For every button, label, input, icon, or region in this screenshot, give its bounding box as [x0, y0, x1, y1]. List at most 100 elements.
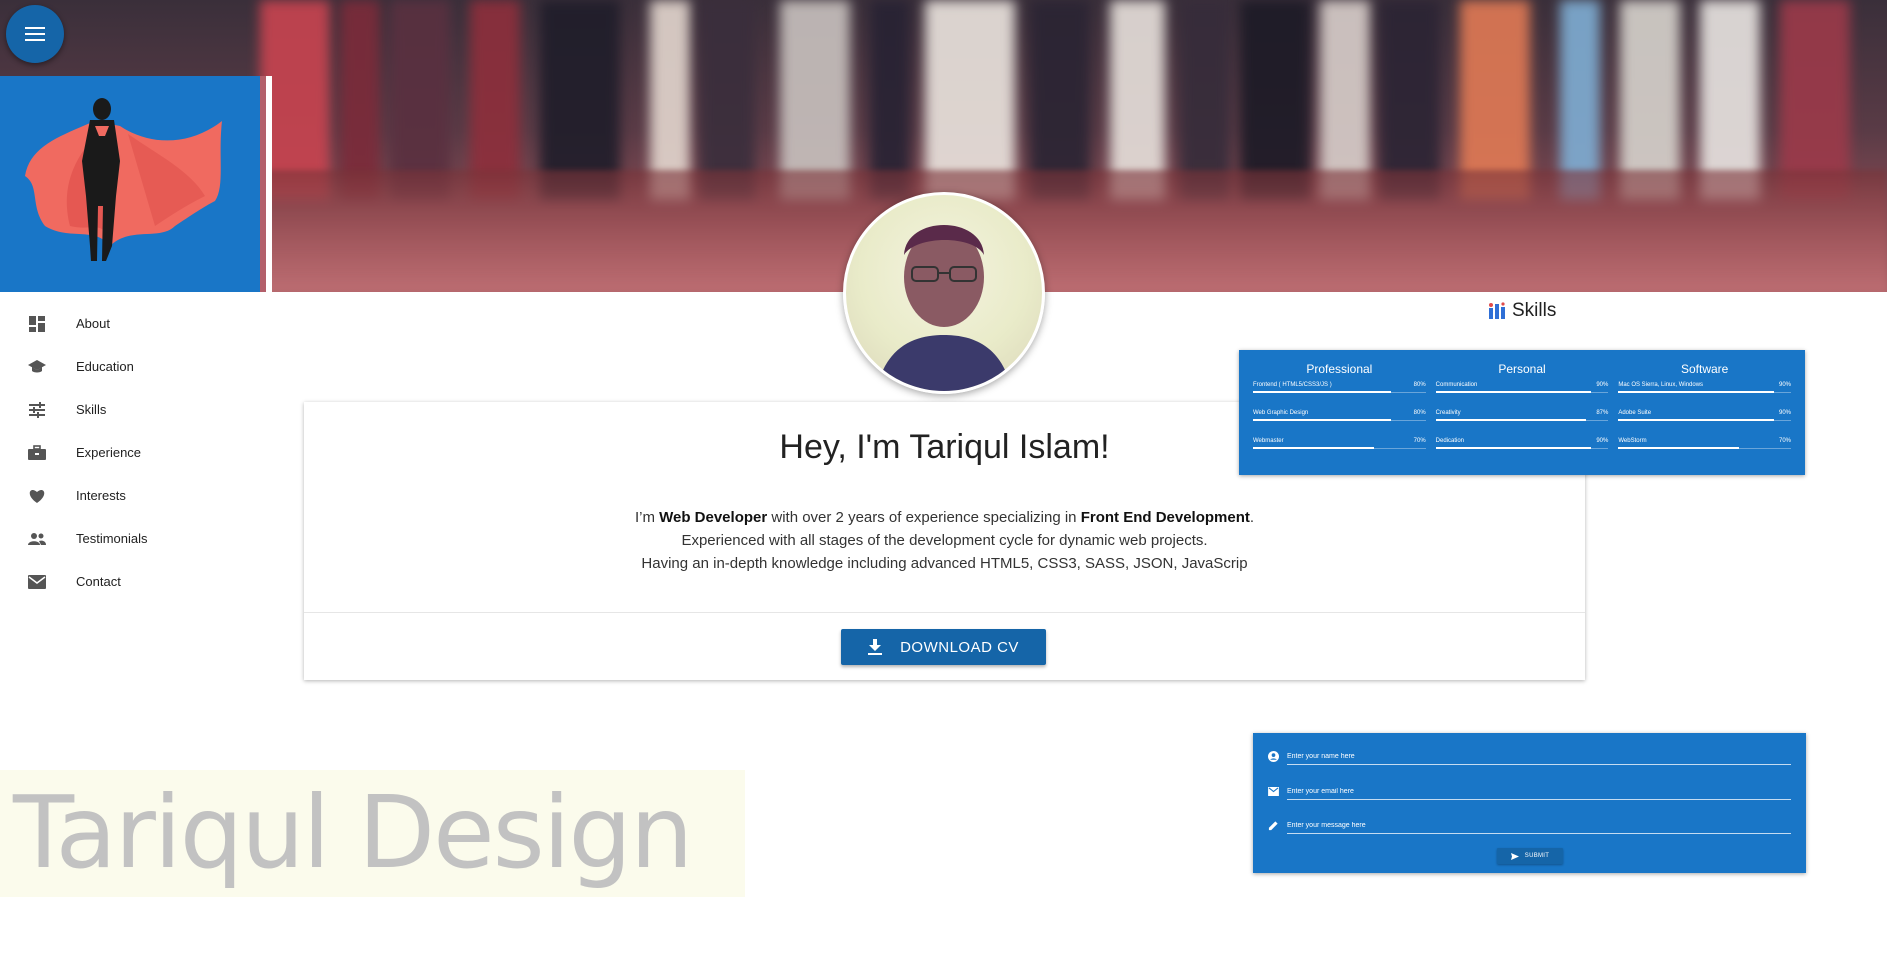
skill-row: Webmaster 70% — [1253, 438, 1426, 466]
heart-icon — [28, 487, 46, 505]
skill-name: Web Graphic Design — [1253, 410, 1309, 416]
sidebar-item-experience[interactable]: Experience — [0, 431, 272, 474]
menu-button[interactable] — [6, 5, 64, 63]
graduation-cap-icon — [28, 358, 46, 376]
dashboard-icon — [28, 315, 46, 333]
menu-icon — [25, 27, 45, 41]
sidebar-item-testimonials[interactable]: Testimonials — [0, 517, 272, 560]
intro-line-1-mid: with over 2 years of experience speciali… — [767, 509, 1081, 526]
skill-bar-fill — [1618, 391, 1774, 393]
skill-name: Frontend ( HTML5/CSS3/JS ) — [1253, 382, 1332, 388]
people-icon — [28, 530, 46, 548]
skill-bar-fill — [1618, 447, 1740, 449]
skill-row: Frontend ( HTML5/CSS3/JS ) 80% — [1253, 382, 1426, 410]
skills-column-professional: Professional Frontend ( HTML5/CSS3/JS ) 8… — [1253, 362, 1426, 475]
skill-percent: 80% — [1413, 382, 1426, 388]
skill-percent: 87% — [1596, 410, 1609, 416]
skill-name: Creativity — [1435, 410, 1461, 416]
message-input[interactable] — [1287, 816, 1791, 835]
skill-name: Communication — [1435, 382, 1478, 388]
email-icon — [1267, 785, 1279, 797]
skill-bar-fill — [1435, 447, 1592, 449]
contact-form: SUBMIT — [1253, 733, 1806, 873]
send-icon — [1510, 852, 1519, 860]
skill-row: Mac OS Sierra, Linux, Windows 90% — [1618, 382, 1792, 410]
skill-bar-fill — [1253, 391, 1392, 393]
account-circle-icon — [1267, 750, 1279, 762]
skill-bar — [1435, 391, 1609, 393]
sidebar-item-label: Experience — [76, 445, 142, 460]
sidebar-item-about[interactable]: About — [0, 302, 272, 345]
skill-row: Communication 90% — [1435, 382, 1609, 410]
skill-name: Dedication — [1435, 438, 1465, 444]
submit-button[interactable]: SUBMIT — [1497, 848, 1563, 864]
skill-name: Mac OS Sierra, Linux, Windows — [1618, 382, 1704, 388]
sidebar-item-label: Interests — [76, 488, 126, 503]
skill-percent: 70% — [1779, 438, 1792, 444]
sidebar-item-interests[interactable]: Interests — [0, 474, 272, 517]
sidebar-item-contact[interactable]: Contact — [0, 560, 272, 603]
skill-bar — [1435, 419, 1609, 421]
name-field[interactable] — [1287, 745, 1791, 766]
skills-column-title: Personal — [1498, 362, 1546, 376]
superhero-illustration — [25, 98, 222, 261]
skill-percent: 90% — [1779, 410, 1792, 416]
intro-role: Web Developer — [659, 509, 768, 526]
intro-line-1-prefix: I’m — [634, 509, 660, 526]
skill-row: Web Graphic Design 80% — [1253, 410, 1426, 438]
skills-heading-label: Skills — [1512, 300, 1557, 321]
email-input[interactable] — [1287, 782, 1791, 801]
skills-column-title: Software — [1681, 362, 1729, 376]
sidebar-item-label: About — [76, 316, 110, 331]
skill-percent: 80% — [1413, 410, 1426, 416]
sidebar-item-label: Skills — [76, 402, 107, 417]
tune-sliders-icon — [28, 401, 46, 419]
message-field[interactable] — [1287, 814, 1791, 835]
skill-row: Dedication 90% — [1435, 438, 1609, 466]
skill-percent: 90% — [1779, 382, 1792, 388]
intro-line-3: Having an in-depth knowledge including a… — [641, 555, 1248, 572]
name-input[interactable] — [1287, 747, 1791, 766]
sidebar-item-education[interactable]: Education — [0, 345, 272, 388]
skill-percent: 90% — [1596, 438, 1609, 444]
skill-bar-fill — [1618, 419, 1774, 421]
pencil-icon — [1267, 819, 1279, 831]
skill-name: WebStorm — [1618, 438, 1647, 444]
skill-percent: 70% — [1413, 438, 1426, 444]
skill-bar-fill — [1435, 391, 1592, 393]
card-divider — [304, 612, 1585, 613]
brand-logo-area: Tariqul Design — [0, 770, 745, 897]
skill-bar — [1618, 391, 1792, 393]
skill-row: WebStorm 70% — [1618, 438, 1792, 466]
briefcase-icon — [28, 444, 46, 462]
skill-row: Creativity 87% — [1435, 410, 1609, 438]
sidebar-item-label: Contact — [76, 574, 121, 589]
skills-column-personal: Personal Communication 90% Creativity 87% … — [1435, 362, 1609, 475]
skills-heading: Skills — [1488, 300, 1556, 322]
intro-line-2: Experienced with all stages of the devel… — [681, 532, 1208, 549]
skills-icon — [1488, 302, 1506, 320]
sidebar-hero-image — [0, 76, 266, 292]
skill-bar — [1618, 447, 1792, 449]
skill-bar-fill — [1253, 419, 1392, 421]
brand-logo-text: Tariqul Design — [13, 774, 693, 891]
download-cv-button[interactable]: DOWNLOAD CV — [841, 629, 1046, 665]
skill-bar-fill — [1435, 419, 1586, 421]
skill-bar — [1253, 447, 1426, 449]
skill-bar — [1435, 447, 1609, 449]
skill-name: Adobe Suite — [1618, 410, 1652, 416]
download-icon — [868, 639, 883, 655]
skill-bar-fill — [1253, 447, 1374, 449]
skill-bar — [1618, 419, 1792, 421]
skill-bar — [1253, 419, 1426, 421]
sidebar-item-skills[interactable]: Skills — [0, 388, 272, 431]
intro-line-1: I’m Web Developer with over 2 years of e… — [304, 506, 1585, 529]
intro-line-1-suffix: . — [1249, 509, 1255, 526]
email-field[interactable] — [1287, 780, 1791, 801]
intro-specialization: Front End Development — [1080, 509, 1250, 526]
profile-avatar — [843, 192, 1045, 394]
sidebar-item-label: Testimonials — [76, 531, 148, 546]
skills-column-title: Professional — [1306, 362, 1373, 376]
intro-text: I’m Web Developer with over 2 years of e… — [304, 506, 1585, 575]
mail-icon — [28, 573, 46, 591]
